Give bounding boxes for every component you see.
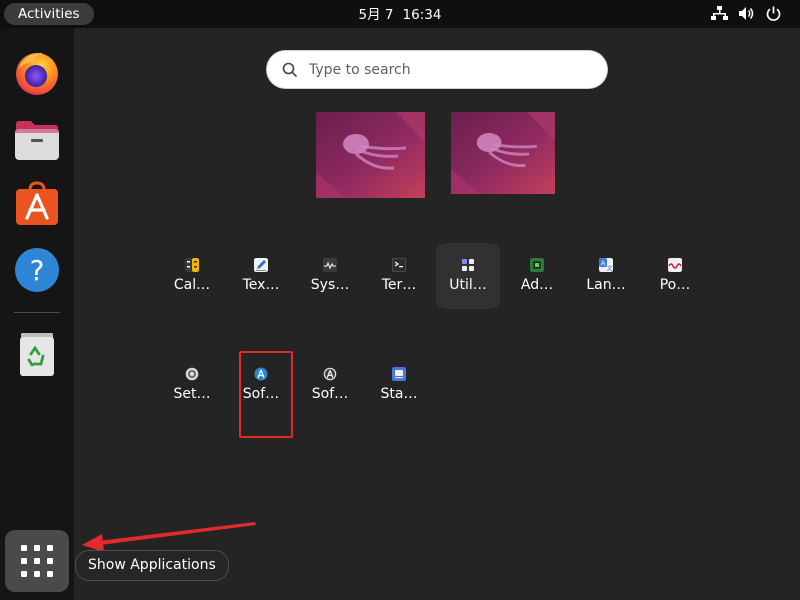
app-label: Sys… (310, 277, 350, 293)
grid-dot (34, 545, 40, 551)
utilities-folder-icon (462, 259, 474, 271)
grid-dot (21, 571, 27, 577)
search-box[interactable] (267, 51, 607, 88)
wallpaper-jellyfish-icon (316, 112, 425, 198)
app-label: Ter… (381, 277, 417, 293)
grid-dot (47, 571, 53, 577)
app-label: Cal… (173, 277, 211, 293)
system-monitor-icon (323, 258, 337, 272)
additional-drivers-icon (530, 258, 544, 272)
app-text-editor[interactable]: Tex… (229, 243, 293, 309)
app-calculator[interactable]: Cal… (160, 243, 224, 309)
clock-date: 5月 7 (358, 7, 394, 23)
app-label: Sof… (242, 386, 280, 402)
app-label: Lan… (586, 277, 626, 293)
software-properties-icon (323, 367, 337, 381)
text-editor-icon (254, 258, 268, 272)
show-applications-tooltip: Show Applications (75, 550, 229, 581)
search-icon (282, 62, 298, 78)
dock-separator (14, 312, 60, 313)
grid-dot (34, 558, 40, 564)
app-software-properties[interactable]: Sof… (298, 352, 362, 418)
wallpaper-jellyfish-icon (451, 112, 555, 194)
app-language-support[interactable]: A 文 Lan… (574, 243, 638, 309)
network-icon[interactable] (711, 5, 728, 22)
system-tray[interactable] (711, 5, 782, 22)
show-applications-button[interactable] (5, 530, 69, 592)
app-label: Util… (449, 277, 487, 293)
app-center-icon[interactable] (13, 180, 61, 228)
firefox-icon[interactable] (13, 48, 61, 96)
svg-text:A: A (601, 260, 606, 268)
workspace-thumbnail[interactable] (451, 112, 555, 194)
app-power-statistics[interactable]: Po… (643, 243, 707, 309)
app-software-updater[interactable]: Sof… (229, 352, 293, 418)
grid-dot (21, 558, 27, 564)
grid-dot (47, 558, 53, 564)
svg-text:?: ? (30, 254, 45, 287)
clock-time: 16:34 (402, 7, 442, 23)
terminal-icon (392, 258, 406, 272)
search-input[interactable] (307, 55, 591, 85)
app-utilities-folder[interactable]: Util… (436, 243, 500, 309)
clock[interactable]: 5月 7 16:34 (0, 0, 800, 30)
language-support-icon: A 文 (599, 258, 613, 272)
software-updater-icon (254, 367, 268, 381)
app-additional-drivers[interactable]: Ad… (505, 243, 569, 309)
workspace-thumbnail[interactable] (316, 112, 425, 198)
grid-dot (34, 571, 40, 577)
dock: ? (0, 28, 74, 600)
trash-icon[interactable] (13, 330, 61, 378)
app-label: Sof… (311, 386, 349, 402)
calculator-icon (185, 258, 199, 272)
volume-icon[interactable] (738, 5, 755, 22)
overview: Cal… Tex… Sys… Ter… Util… Ad… (74, 28, 800, 600)
app-label: Tex… (242, 277, 280, 293)
files-icon[interactable] (13, 116, 61, 164)
grid-icon (21, 545, 27, 551)
app-label: Po… (659, 277, 691, 293)
power-statistics-icon (668, 258, 682, 272)
top-bar: Activities 5月 7 16:34 (0, 0, 800, 28)
settings-icon (185, 367, 199, 381)
app-startup-applications[interactable]: Sta… (367, 352, 431, 418)
app-label: Set… (173, 386, 211, 402)
app-label: Ad… (520, 277, 554, 293)
svg-text:文: 文 (606, 265, 612, 273)
app-label: Sta… (380, 386, 418, 402)
app-terminal[interactable]: Ter… (367, 243, 431, 309)
startup-applications-icon (392, 367, 406, 381)
app-system-monitor[interactable]: Sys… (298, 243, 362, 309)
grid-dot (47, 545, 53, 551)
power-icon[interactable] (765, 5, 782, 22)
app-settings[interactable]: Set… (160, 352, 224, 418)
help-icon[interactable]: ? (13, 246, 61, 294)
